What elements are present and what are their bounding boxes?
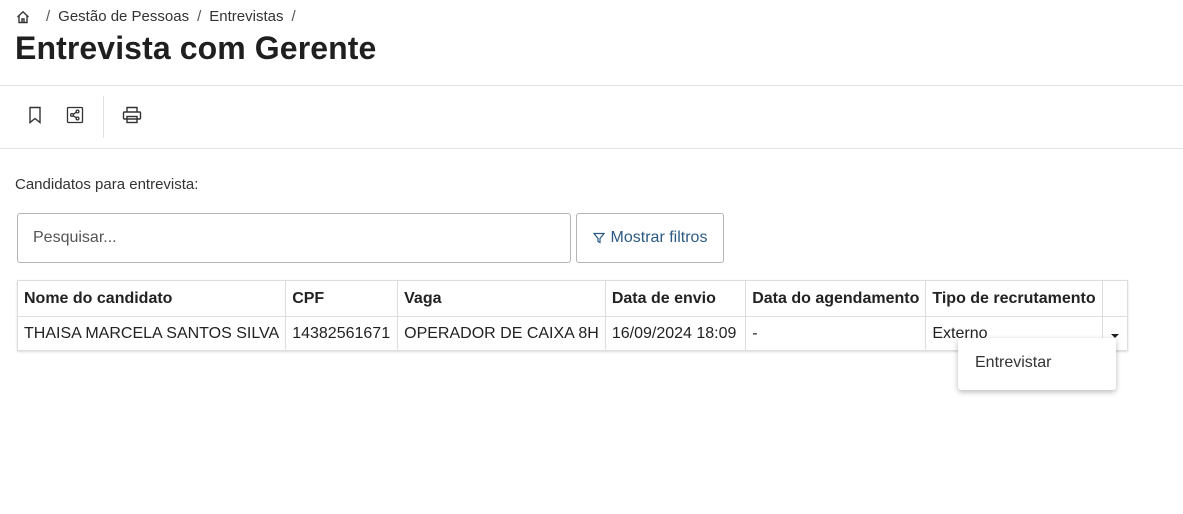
column-header-actions bbox=[1101, 280, 1129, 317]
page-title: Entrevista com Gerente bbox=[15, 30, 377, 66]
breadcrumb-item-gestao-de-pessoas[interactable]: Gestão de Pessoas bbox=[58, 8, 189, 25]
column-header-tipo-recrutamento[interactable]: Tipo de recrutamento bbox=[925, 280, 1103, 317]
show-filters-button[interactable]: Mostrar filtros bbox=[576, 213, 724, 263]
cell-vaga: OPERADOR DE CAIXA 8H bbox=[397, 316, 606, 351]
breadcrumb: / Gestão de Pessoas / Entrevistas / bbox=[16, 8, 304, 25]
share-button[interactable] bbox=[64, 106, 86, 128]
breadcrumb-separator: / bbox=[46, 8, 51, 25]
cell-data-envio: 16/09/2024 18:09 bbox=[604, 316, 747, 351]
toolbar bbox=[0, 86, 1183, 148]
cell-cpf: 14382561671 bbox=[285, 316, 399, 351]
print-icon bbox=[122, 106, 142, 129]
caret-down-icon bbox=[1110, 333, 1119, 338]
toolbar-divider-bottom bbox=[0, 148, 1183, 149]
cell-data-agendamento: - bbox=[745, 316, 927, 351]
breadcrumb-separator: / bbox=[291, 8, 296, 25]
cell-nome: THAISA MARCELA SANTOS SILVA bbox=[16, 316, 287, 351]
show-filters-label: Mostrar filtros bbox=[610, 229, 708, 246]
bookmark-icon bbox=[27, 106, 43, 129]
column-header-cpf[interactable]: CPF bbox=[285, 280, 399, 317]
column-header-data-agendamento[interactable]: Data do agendamento bbox=[745, 280, 927, 317]
toolbar-divider bbox=[103, 96, 104, 138]
breadcrumb-separator: / bbox=[197, 8, 202, 25]
search-input[interactable] bbox=[17, 213, 571, 263]
column-header-vaga[interactable]: Vaga bbox=[397, 280, 606, 317]
filter-icon bbox=[592, 232, 605, 244]
column-header-nome[interactable]: Nome do candidato bbox=[16, 280, 287, 317]
share-icon bbox=[66, 106, 84, 129]
table-header-row: Nome do candidato CPF Vaga Data de envio… bbox=[16, 280, 1129, 317]
bookmark-button[interactable] bbox=[24, 106, 46, 128]
section-label: Candidatos para entrevista: bbox=[15, 176, 199, 193]
breadcrumb-item-entrevistas[interactable]: Entrevistas bbox=[209, 8, 283, 25]
home-icon[interactable] bbox=[16, 10, 30, 24]
menu-item-entrevistar[interactable]: Entrevistar bbox=[975, 354, 1051, 372]
print-button[interactable] bbox=[121, 106, 143, 128]
row-actions-menu: Entrevistar bbox=[958, 338, 1116, 390]
column-header-data-envio[interactable]: Data de envio bbox=[604, 280, 747, 317]
